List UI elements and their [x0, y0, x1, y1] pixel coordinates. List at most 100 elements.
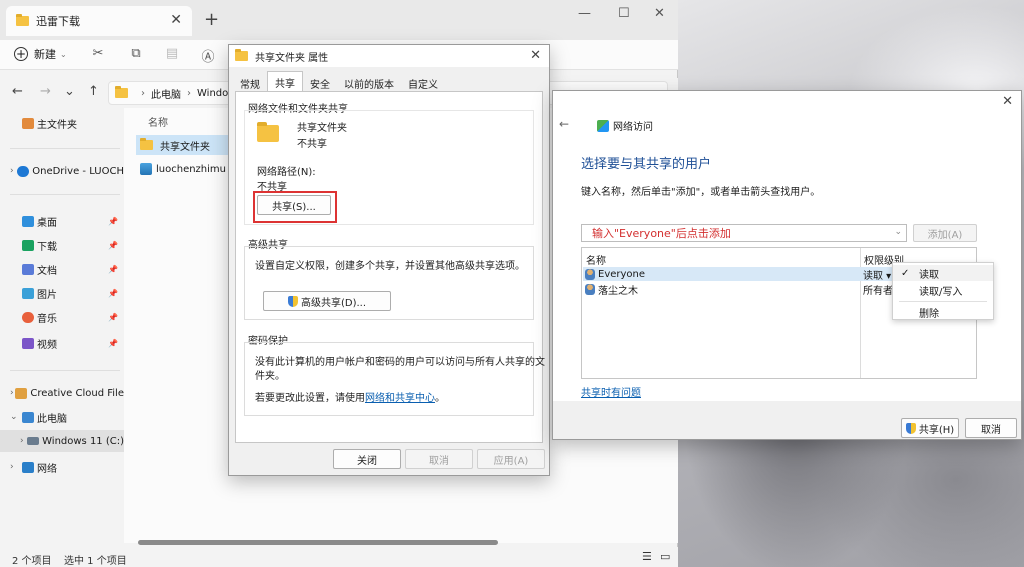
selected-count: 选中 1 个项目: [64, 556, 127, 567]
forward-icon[interactable]: →: [40, 84, 51, 99]
chevron-right-icon[interactable]: ›: [10, 166, 17, 176]
paste-icon[interactable]: ▤: [164, 46, 180, 62]
advanced-sharing-group: 设置自定义权限，创建多个共享，并设置其他高级共享选项。 高级共享(D)...: [244, 246, 534, 320]
share-button[interactable]: 共享(S)...: [257, 195, 331, 215]
dialog-titlebar: 共享文件夹 属性 ✕: [229, 45, 549, 67]
details-view-icon[interactable]: ☰: [642, 550, 652, 563]
folder-icon: [115, 86, 128, 98]
sidebar-item-label: 桌面: [37, 217, 57, 229]
folder-icon: [257, 122, 279, 142]
user-name-combobox[interactable]: 输入"Everyone"后点击添加 ⌄: [581, 224, 907, 242]
cut-icon[interactable]: ✂: [90, 46, 106, 62]
network-sharing-center-link[interactable]: 网络和共享中心: [365, 393, 435, 404]
pin-icon: 📌: [108, 338, 118, 348]
new-button[interactable]: + 新建 ⌄: [14, 46, 67, 62]
permission-dropdown[interactable]: 读取 ▾: [863, 267, 891, 282]
pin-icon: 📌: [108, 240, 118, 250]
apply-button[interactable]: 应用(A): [477, 449, 545, 469]
pin-icon: 📌: [108, 264, 118, 274]
sidebar-item-desktop[interactable]: 桌面 📌: [0, 210, 124, 232]
menu-item-label: 读取: [919, 269, 939, 281]
sidebar-item-label: 视频: [37, 339, 57, 351]
users-icon: [585, 268, 595, 280]
pin-icon: 📌: [108, 312, 118, 322]
advanced-sharing-button[interactable]: 高级共享(D)...: [263, 291, 391, 311]
input-annotation: 输入"Everyone"后点击添加: [592, 227, 731, 240]
tab-close-icon[interactable]: ✕: [170, 12, 182, 28]
back-icon[interactable]: ←: [12, 84, 23, 99]
pin-icon: 📌: [108, 288, 118, 298]
tab-customize[interactable]: 自定义: [401, 73, 445, 91]
add-button[interactable]: 添加(A): [913, 224, 977, 242]
network-sharing-group: 共享文件夹 不共享 网络路径(N): 不共享 共享(S)...: [244, 110, 534, 225]
shared-folder-name: 共享文件夹: [297, 123, 347, 134]
sidebar-item-documents[interactable]: 文档 📌: [0, 258, 124, 280]
sidebar-item-creative-cloud[interactable]: › Creative Cloud File: [0, 382, 124, 404]
recent-chevron-icon[interactable]: ⌄: [64, 84, 75, 99]
maximize-icon[interactable]: ☐: [618, 6, 630, 21]
close-icon[interactable]: ✕: [530, 48, 541, 63]
sidebar-item-label: 下载: [37, 241, 57, 253]
network-access-content: ✕ ← 网络访问 选择要与其共享的用户 键入名称，然后单击"添加"，或者单击箭头…: [553, 91, 1021, 401]
shield-icon: [287, 295, 298, 307]
menu-item-label: 读取/写入: [919, 286, 963, 298]
file-name: 共享文件夹: [160, 141, 210, 153]
sharing-tab-panel: 网络文件和文件夹共享 共享文件夹 不共享 网络路径(N): 不共享 共享(S).…: [235, 91, 545, 443]
sidebar-item-home[interactable]: 主文件夹: [0, 112, 124, 134]
folder-icon: [235, 49, 248, 61]
close-icon[interactable]: ✕: [1002, 94, 1013, 109]
breadcrumb-this-pc[interactable]: 此电脑: [151, 86, 181, 101]
sharing-problem-link[interactable]: 共享时有问题: [581, 384, 641, 399]
cancel-button[interactable]: 取消: [965, 418, 1017, 438]
chevron-down-icon[interactable]: ⌄: [894, 227, 902, 237]
sidebar-item-onedrive[interactable]: › OneDrive - LUOCH: [0, 160, 124, 182]
tiles-view-icon[interactable]: ▭: [660, 550, 670, 563]
menu-item-label: 删除: [919, 308, 939, 320]
horizontal-scrollbar[interactable]: [138, 540, 498, 545]
copy-icon[interactable]: ⧉: [128, 46, 144, 62]
password-change-suffix: 。: [435, 393, 445, 404]
sidebar-item-drive-c[interactable]: › Windows 11 (C:): [0, 430, 124, 452]
close-icon[interactable]: ✕: [654, 6, 665, 21]
sidebar-item-label: 图片: [37, 289, 57, 301]
minimize-icon[interactable]: —: [578, 6, 591, 21]
tab-title: 迅雷下载: [36, 15, 80, 28]
rename-icon[interactable]: Ⓐ: [200, 46, 216, 65]
video-icon: [22, 337, 34, 349]
download-icon: [22, 239, 34, 251]
up-icon[interactable]: ↑: [88, 84, 99, 99]
menu-item-read-write[interactable]: 读取/写入: [893, 282, 993, 298]
sidebar-item-music[interactable]: 音乐 📌: [0, 306, 124, 328]
cancel-button[interactable]: 取消: [405, 449, 473, 469]
sidebar-item-label: 音乐: [37, 313, 57, 325]
item-count: 2 个项目: [12, 556, 52, 567]
tab-previous-versions[interactable]: 以前的版本: [337, 73, 401, 91]
tab-xunlei-download[interactable]: 迅雷下载 ✕: [6, 6, 192, 36]
sidebar-item-this-pc[interactable]: ⌄ 此电脑: [0, 406, 124, 428]
divider: [10, 194, 120, 195]
tab-sharing[interactable]: 共享: [267, 71, 303, 91]
folder-icon: [140, 138, 153, 150]
column-header-name[interactable]: 名称: [148, 114, 168, 129]
close-button[interactable]: 关闭: [333, 449, 401, 469]
page-heading: 选择要与其共享的用户: [581, 157, 712, 172]
chevron-right-icon[interactable]: ›: [10, 462, 22, 472]
back-icon[interactable]: ←: [559, 117, 569, 131]
advanced-sharing-description: 设置自定义权限，创建多个共享，并设置其他高级共享选项。: [255, 261, 525, 272]
desktop-icon: [22, 215, 34, 227]
tab-general[interactable]: 常规: [233, 73, 267, 91]
user-name: Everyone: [598, 268, 646, 280]
chevron-right-icon[interactable]: ›: [20, 436, 27, 446]
sidebar-item-network[interactable]: › 网络: [0, 456, 124, 478]
tab-security[interactable]: 安全: [303, 73, 337, 91]
share-button[interactable]: 共享(H): [901, 418, 959, 438]
chevron-down-icon[interactable]: ⌄: [10, 412, 22, 422]
sidebar-item-downloads[interactable]: 下载 📌: [0, 234, 124, 256]
password-description-line2: 件夹。: [255, 371, 285, 382]
new-tab-icon[interactable]: +: [204, 9, 219, 30]
sidebar-item-label: OneDrive - LUOCH: [32, 165, 124, 177]
menu-item-read[interactable]: ✓ 读取: [893, 265, 993, 281]
menu-item-remove[interactable]: 删除: [893, 304, 993, 320]
sidebar-item-videos[interactable]: 视频 📌: [0, 332, 124, 354]
sidebar-item-pictures[interactable]: 图片 📌: [0, 282, 124, 304]
